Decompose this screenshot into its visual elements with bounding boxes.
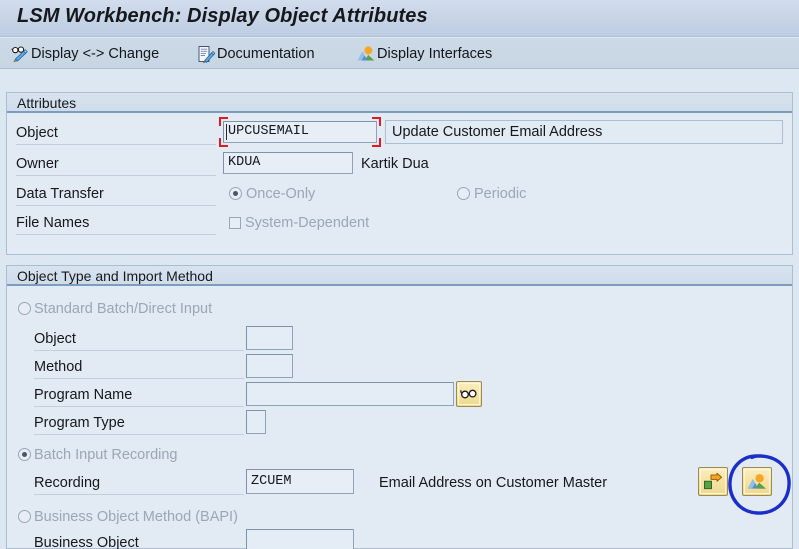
recording-label: Recording bbox=[34, 475, 101, 491]
object-label-rule bbox=[16, 144, 216, 145]
document-pencil-icon bbox=[197, 45, 216, 63]
object-label: Object bbox=[16, 125, 58, 141]
owner-label-rule bbox=[16, 175, 216, 176]
radio-standard-batch-direct-input[interactable] bbox=[18, 302, 31, 315]
sbdi-program-type-label: Program Type bbox=[34, 415, 125, 431]
recording-input[interactable]: ZCUEM bbox=[246, 469, 354, 494]
radio-periodic[interactable] bbox=[457, 187, 470, 200]
documentation-button[interactable]: Documentation bbox=[197, 42, 315, 65]
goto-recording-button[interactable] bbox=[698, 467, 728, 496]
display-change-button[interactable]: Display <-> Change bbox=[11, 42, 159, 65]
lsm-workbench-window: LSM Workbench: Display Object Attributes… bbox=[0, 0, 799, 549]
sbdi-object-label-rule bbox=[34, 350, 244, 351]
landscape-image-icon bbox=[357, 45, 375, 63]
display-interfaces-button[interactable]: Display Interfaces bbox=[357, 42, 492, 65]
business-object-label: Business Object bbox=[34, 535, 139, 549]
sbdi-method-label: Method bbox=[34, 359, 83, 375]
recording-description: Email Address on Customer Master bbox=[379, 475, 608, 491]
checkbox-system-dependent-label: System-Dependent bbox=[245, 215, 370, 231]
window-title-bar: LSM Workbench: Display Object Attributes bbox=[0, 0, 799, 37]
glasses-icon bbox=[460, 387, 478, 401]
data-transfer-label: Data Transfer bbox=[16, 186, 104, 202]
radio-business-object-method[interactable] bbox=[18, 510, 31, 523]
radio-batch-input-recording-dot bbox=[22, 452, 27, 457]
sbdi-program-name-label: Program Name bbox=[34, 387, 133, 403]
file-names-label-rule bbox=[16, 234, 216, 235]
display-recording-button[interactable] bbox=[742, 467, 772, 496]
landscape-image-icon bbox=[747, 473, 767, 490]
data-transfer-label-rule bbox=[16, 205, 216, 206]
page-title: LSM Workbench: Display Object Attributes bbox=[17, 5, 428, 27]
file-names-label: File Names bbox=[16, 215, 90, 231]
object-type-group-header: Object Type and Import Method bbox=[7, 266, 792, 286]
glasses-pencil-icon bbox=[11, 45, 29, 63]
display-change-label: Display <-> Change bbox=[31, 45, 160, 62]
business-object-input[interactable] bbox=[246, 529, 354, 549]
sbdi-method-label-rule bbox=[34, 378, 244, 379]
text-caret bbox=[226, 124, 227, 140]
attributes-group-header: Attributes bbox=[7, 93, 792, 113]
display-interfaces-label: Display Interfaces bbox=[377, 45, 493, 62]
object-input[interactable]: UPCUSEMAIL bbox=[223, 121, 377, 143]
sbdi-program-type-input[interactable] bbox=[246, 410, 266, 434]
sbdi-program-name-input[interactable] bbox=[246, 382, 454, 406]
documentation-label: Documentation bbox=[217, 45, 315, 62]
sbdi-object-input[interactable] bbox=[246, 326, 293, 350]
radio-standard-batch-direct-input-label: Standard Batch/Direct Input bbox=[34, 301, 213, 317]
attributes-group: Attributes bbox=[6, 92, 793, 255]
radio-periodic-label: Periodic bbox=[474, 186, 527, 202]
sbdi-program-type-label-rule bbox=[34, 434, 244, 435]
owner-input[interactable]: KDUA bbox=[223, 152, 353, 174]
radio-once-only[interactable] bbox=[229, 187, 242, 200]
radio-batch-input-recording-label: Batch Input Recording bbox=[34, 447, 178, 463]
object-description: Update Customer Email Address bbox=[385, 120, 783, 144]
owner-description: Kartik Dua bbox=[361, 156, 429, 172]
application-toolbar: Display <-> Change Documentation Display… bbox=[0, 38, 799, 69]
sbdi-program-name-label-rule bbox=[34, 406, 244, 407]
radio-once-only-label: Once-Only bbox=[246, 186, 316, 202]
sbdi-method-input[interactable] bbox=[246, 354, 293, 378]
owner-label: Owner bbox=[16, 156, 59, 172]
object-type-group-title: Object Type and Import Method bbox=[17, 268, 213, 284]
program-name-display-button[interactable] bbox=[456, 381, 482, 407]
attributes-group-title: Attributes bbox=[17, 95, 77, 111]
radio-batch-input-recording[interactable] bbox=[18, 448, 31, 461]
recording-label-rule bbox=[34, 494, 244, 495]
radio-business-object-method-label: Business Object Method (BAPI) bbox=[34, 509, 238, 525]
radio-once-only-dot bbox=[233, 191, 238, 196]
sbdi-object-label: Object bbox=[34, 331, 76, 347]
checkbox-system-dependent[interactable] bbox=[229, 217, 241, 229]
export-arrow-icon bbox=[703, 472, 723, 491]
